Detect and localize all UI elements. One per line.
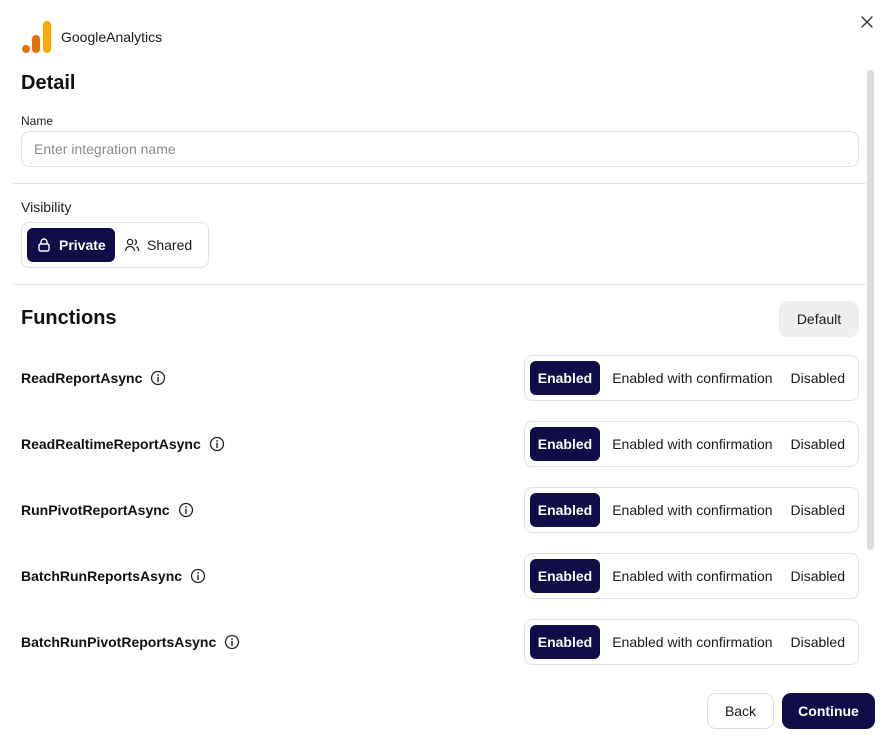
function-name: ReadRealtimeReportAsync xyxy=(21,421,225,467)
function-name-label: BatchRunPivotReportsAsync xyxy=(21,634,217,650)
close-icon xyxy=(861,16,873,28)
divider xyxy=(13,284,866,285)
visibility-private-label: Private xyxy=(59,237,106,253)
visibility-label: Visibility xyxy=(21,199,72,215)
function-name-label: BatchRunReportsAsync xyxy=(21,568,183,584)
state-enabled-button[interactable]: Enabled xyxy=(529,493,601,527)
name-label: Name xyxy=(21,114,54,128)
scrollbar-thumb[interactable] xyxy=(867,70,874,550)
state-enabled-with-confirmation-button[interactable]: Enabled with confirmation xyxy=(600,625,782,659)
state-disabled-button[interactable]: Disabled xyxy=(783,625,853,659)
functions-title: Functions xyxy=(21,307,117,329)
visibility-private-button[interactable]: Private xyxy=(27,228,115,262)
state-enabled-button[interactable]: Enabled xyxy=(529,559,601,593)
app-name: GoogleAnalytics xyxy=(61,29,163,45)
info-icon[interactable] xyxy=(209,436,225,452)
continue-button[interactable]: Continue xyxy=(782,693,875,729)
users-icon xyxy=(124,238,140,252)
state-enabled-with-confirmation-button[interactable]: Enabled with confirmation xyxy=(600,361,782,395)
state-disabled-button[interactable]: Disabled xyxy=(783,559,853,593)
function-state-toggle: Enabled Enabled with confirmation Disabl… xyxy=(523,355,859,401)
function-row: BatchRunReportsAsync Enabled Enabled wit… xyxy=(21,553,859,599)
info-icon[interactable] xyxy=(150,370,166,386)
scroll-area[interactable]: Detail Name Visibility Private Shared Fu… xyxy=(0,64,866,684)
function-name: ReadReportAsync xyxy=(21,355,166,401)
function-name: BatchRunReportsAsync xyxy=(21,553,206,599)
visibility-shared-label: Shared xyxy=(147,237,193,253)
lock-icon xyxy=(38,238,50,252)
state-enabled-with-confirmation-button[interactable]: Enabled with confirmation xyxy=(600,559,782,593)
state-enabled-button[interactable]: Enabled xyxy=(529,427,601,461)
info-icon[interactable] xyxy=(178,502,194,518)
function-row: RunPivotReportAsync Enabled Enabled with… xyxy=(21,487,859,533)
function-row: ReadReportAsync Enabled Enabled with con… xyxy=(21,355,859,401)
visibility-shared-button[interactable]: Shared xyxy=(115,228,203,262)
detail-title: Detail xyxy=(21,72,76,94)
name-input[interactable] xyxy=(21,131,859,167)
function-state-toggle: Enabled Enabled with confirmation Disabl… xyxy=(523,487,859,533)
back-button[interactable]: Back xyxy=(707,693,774,729)
function-state-toggle: Enabled Enabled with confirmation Disabl… xyxy=(523,553,859,599)
state-disabled-button[interactable]: Disabled xyxy=(783,493,853,527)
close-button[interactable] xyxy=(855,10,879,34)
info-icon[interactable] xyxy=(190,568,206,584)
state-disabled-button[interactable]: Disabled xyxy=(783,361,853,395)
visibility-toggle: Private Shared xyxy=(21,222,209,268)
divider xyxy=(13,183,866,184)
info-icon[interactable] xyxy=(224,634,240,650)
function-state-toggle: Enabled Enabled with confirmation Disabl… xyxy=(523,619,859,665)
state-enabled-button[interactable]: Enabled xyxy=(529,361,601,395)
function-name-label: ReadRealtimeReportAsync xyxy=(21,436,201,452)
function-row: BatchRunPivotReportsAsync Enabled Enable… xyxy=(21,619,859,665)
function-name-label: ReadReportAsync xyxy=(21,370,143,386)
google-analytics-logo-icon xyxy=(22,21,51,53)
function-row: ReadRealtimeReportAsync Enabled Enabled … xyxy=(21,421,859,467)
function-name: BatchRunPivotReportsAsync xyxy=(21,619,240,665)
state-enabled-with-confirmation-button[interactable]: Enabled with confirmation xyxy=(600,493,782,527)
function-state-toggle: Enabled Enabled with confirmation Disabl… xyxy=(523,421,859,467)
function-name-label: RunPivotReportAsync xyxy=(21,502,170,518)
state-enabled-with-confirmation-button[interactable]: Enabled with confirmation xyxy=(600,427,782,461)
state-disabled-button[interactable]: Disabled xyxy=(783,427,853,461)
state-enabled-button[interactable]: Enabled xyxy=(529,625,601,659)
function-name: RunPivotReportAsync xyxy=(21,487,194,533)
default-button[interactable]: Default xyxy=(779,301,859,337)
app-header: GoogleAnalytics xyxy=(21,20,162,54)
